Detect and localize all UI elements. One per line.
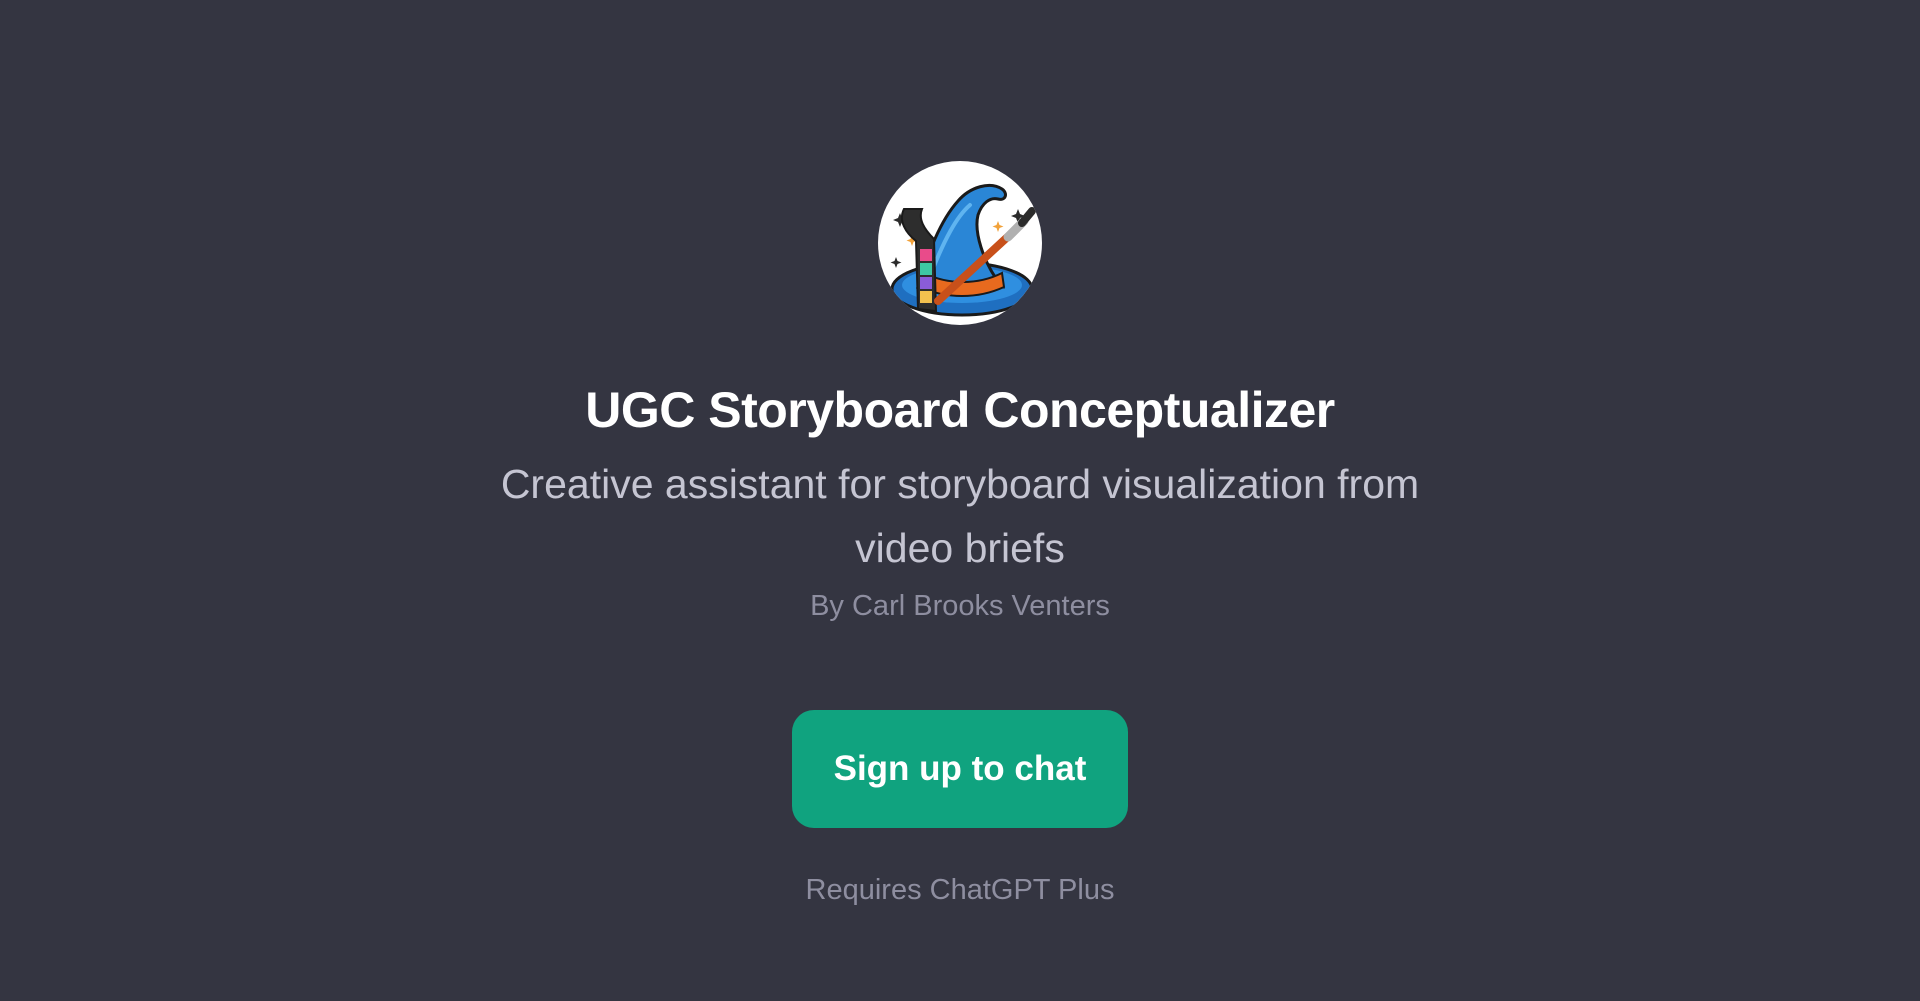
wizard-hat-film-brush-icon [890,184,1036,317]
gpt-landing-page: UGC Storyboard Conceptualizer Creative a… [0,0,1920,1001]
gpt-author: By Carl Brooks Venters [810,590,1110,622]
gpt-avatar [878,161,1042,325]
gpt-title: UGC Storyboard Conceptualizer [585,382,1335,438]
gpt-description: Creative assistant for storyboard visual… [500,461,1420,571]
sign-up-button[interactable]: Sign up to chat [792,710,1128,828]
requirement-note: Requires ChatGPT Plus [805,874,1115,906]
